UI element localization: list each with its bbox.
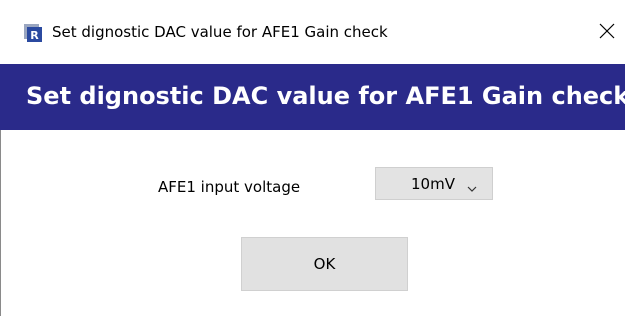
window-left-border — [0, 130, 1, 316]
ok-button-label: OK — [313, 255, 336, 273]
window-title: Set dignostic DAC value for AFE1 Gain ch… — [52, 23, 388, 41]
ok-button[interactable]: OK — [241, 237, 408, 291]
input-voltage-label: AFE1 input voltage — [158, 178, 301, 196]
select-value: 10mV — [411, 175, 455, 193]
chevron-down-icon — [467, 178, 477, 192]
app-icon: R — [24, 24, 42, 42]
header-banner: Set dignostic DAC value for AFE1 Gain ch… — [0, 64, 625, 130]
close-icon — [599, 23, 615, 43]
input-voltage-select[interactable]: 10mV — [375, 167, 493, 200]
banner-title: Set dignostic DAC value for AFE1 Gain ch… — [26, 82, 625, 110]
svg-text:R: R — [30, 29, 39, 42]
dialog-window: R Set dignostic DAC value for AFE1 Gain … — [0, 0, 625, 316]
close-button[interactable] — [589, 16, 625, 50]
title-bar: R Set dignostic DAC value for AFE1 Gain … — [0, 0, 625, 64]
